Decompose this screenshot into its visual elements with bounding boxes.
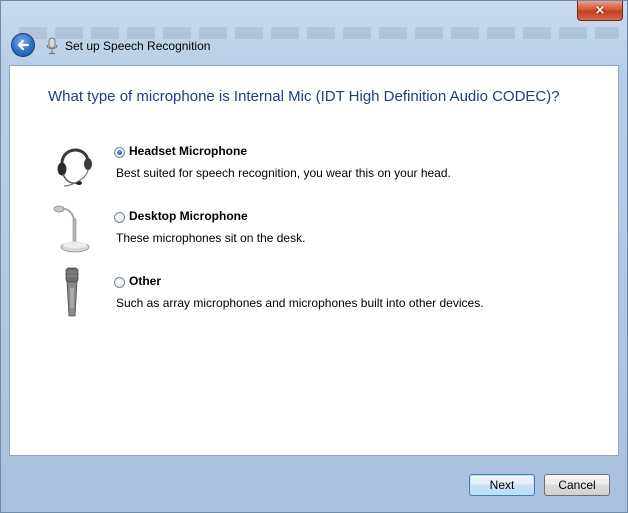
other-label: Other bbox=[129, 274, 162, 288]
handheld-microphone-icon bbox=[65, 267, 79, 317]
page-heading: What type of microphone is Internal Mic … bbox=[48, 88, 560, 105]
headset-label: Headset Microphone bbox=[129, 144, 248, 158]
cancel-button[interactable]: Cancel bbox=[544, 474, 610, 496]
glass-background bbox=[19, 27, 619, 39]
desktop-radio[interactable] bbox=[114, 212, 125, 223]
content-panel: What type of microphone is Internal Mic … bbox=[9, 65, 619, 456]
option-other[interactable]: Other Such as array microphones and micr… bbox=[50, 266, 610, 326]
desktop-description: These microphones sit on the desk. bbox=[116, 231, 306, 245]
headset-radio[interactable] bbox=[114, 147, 125, 158]
other-radio[interactable] bbox=[114, 277, 125, 288]
desktop-label: Desktop Microphone bbox=[129, 209, 248, 223]
close-icon: × bbox=[594, 3, 606, 18]
back-arrow-icon bbox=[17, 39, 30, 51]
window-title: Set up Speech Recognition bbox=[65, 39, 211, 53]
desktop-microphone-icon bbox=[53, 205, 90, 253]
option-desktop[interactable]: Desktop Microphone These microphones sit… bbox=[50, 201, 610, 261]
close-button[interactable]: × bbox=[577, 1, 623, 21]
speech-setup-window: × Set up Speech Recognition What type of… bbox=[0, 0, 628, 513]
next-button[interactable]: Next bbox=[469, 474, 535, 496]
title-bar: × Set up Speech Recognition bbox=[1, 1, 627, 65]
microphone-app-icon bbox=[46, 37, 58, 55]
headset-description: Best suited for speech recognition, you … bbox=[116, 166, 451, 180]
footer-bar: Next Cancel bbox=[1, 456, 627, 512]
headset-icon bbox=[57, 148, 92, 187]
back-button[interactable] bbox=[11, 33, 35, 57]
option-headset[interactable]: Headset Microphone Best suited for speec… bbox=[50, 136, 610, 196]
other-description: Such as array microphones and microphone… bbox=[116, 296, 484, 310]
